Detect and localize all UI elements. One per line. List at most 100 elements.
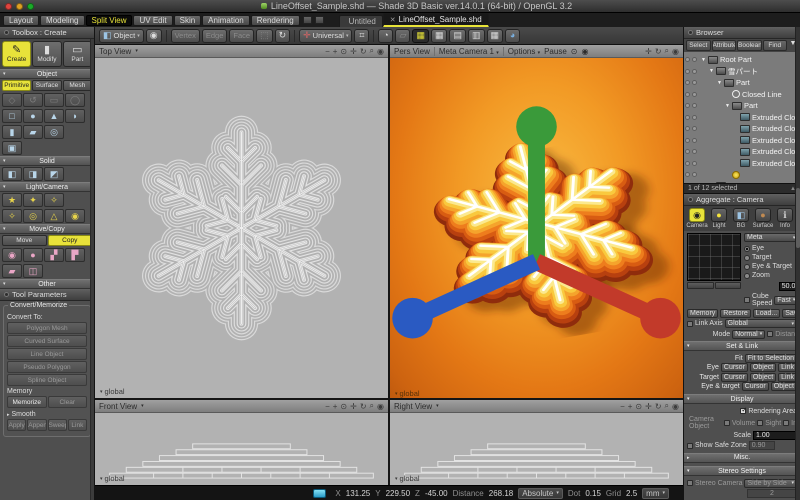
radio-icon[interactable] xyxy=(744,246,750,252)
aggregate-tab[interactable]: ◉ Camera xyxy=(687,208,707,229)
rotate-icon[interactable]: ↻ xyxy=(360,402,367,411)
tree-row[interactable]: Closed Line xyxy=(685,89,799,101)
smooth-button[interactable]: Sweep xyxy=(48,419,67,431)
mode-dropdown[interactable]: Normal▾ xyxy=(732,330,765,339)
render-toggle-dot[interactable] xyxy=(692,115,697,120)
camera-view-icon[interactable]: ◉ xyxy=(377,47,384,56)
object-type-tab[interactable]: Mesh xyxy=(63,80,92,91)
misc-section-header[interactable]: ▸Misc. xyxy=(684,453,800,463)
render-toggle-dot[interactable] xyxy=(692,80,697,85)
move-copy-icon[interactable]: ● xyxy=(23,248,43,262)
tree-item-label[interactable]: Extruded Closed xyxy=(752,159,799,168)
front-view-canvas[interactable]: ▾global xyxy=(95,413,388,485)
primitive-icon[interactable]: ▰ xyxy=(23,125,43,139)
camera-view-icon[interactable]: ◉ xyxy=(377,402,384,411)
stereo-camera-checkbox[interactable] xyxy=(687,480,693,486)
display-section-header[interactable]: ▾Display xyxy=(684,394,800,404)
primitive-icon[interactable]: ▮ xyxy=(2,125,22,139)
visibility-toggle-dot[interactable] xyxy=(685,138,690,143)
radio-row[interactable]: Eye xyxy=(744,244,798,253)
shading-sphere-button[interactable]: ◕ xyxy=(505,29,520,43)
primitive-icon[interactable]: ◗ xyxy=(65,109,85,123)
line-tool-icon[interactable]: ◯ xyxy=(65,93,85,107)
camera-memory-button[interactable]: Memory xyxy=(687,309,718,318)
expand-arrow-icon[interactable]: ▼ xyxy=(701,57,706,63)
magnify-icon[interactable]: ⌕ xyxy=(665,46,669,56)
view-layout-1-button[interactable]: ▤ xyxy=(449,29,466,43)
solid-icon[interactable]: ◩ xyxy=(44,167,64,181)
set-link-button[interactable]: Object xyxy=(750,363,776,372)
move-copy-icon[interactable]: ▞ xyxy=(44,248,64,262)
render-toggle-dot[interactable] xyxy=(692,149,697,154)
render-toggle-dot[interactable] xyxy=(692,161,697,166)
aggregate-tab[interactable]: ● Surface xyxy=(753,208,773,229)
radio-row[interactable]: Eye & Target xyxy=(744,262,798,271)
in-checkbox[interactable] xyxy=(783,420,789,426)
primitive-icon[interactable]: ◎ xyxy=(44,125,64,139)
tree-item-label[interactable]: Extruded Closed xyxy=(752,147,799,156)
move-button[interactable]: Move xyxy=(2,235,47,246)
panel-collapse-icon[interactable] xyxy=(688,197,693,202)
rotate-view-icon[interactable]: ↻ xyxy=(275,29,291,43)
visibility-toggle-dot[interactable] xyxy=(685,126,690,131)
shade-mode-icon[interactable]: ◉ xyxy=(581,47,588,56)
viewport-label[interactable]: Top View xyxy=(99,47,131,56)
browser-header[interactable]: Browser xyxy=(684,27,800,39)
tree-row[interactable]: Extruded Closed xyxy=(685,146,799,158)
clear-button[interactable]: Clear xyxy=(48,396,88,408)
pan-icon[interactable]: ✛ xyxy=(645,47,652,56)
convert-button[interactable]: Polygon Mesh xyxy=(7,322,87,334)
set-link-button[interactable]: Cursor xyxy=(721,373,748,382)
stereo-mode-dropdown[interactable]: Side by Side▾ xyxy=(744,479,797,488)
volume-checkbox[interactable] xyxy=(724,420,730,426)
mode-tab[interactable]: UV Edit xyxy=(133,15,172,26)
tree-item-label[interactable]: 雪パート xyxy=(728,66,758,77)
tool-parameters-header[interactable]: Tool Parameters xyxy=(0,289,94,301)
zoom-tool-icon[interactable]: ⊙ xyxy=(340,47,347,56)
tree-item-label[interactable]: Part xyxy=(736,78,750,87)
object-type-tab[interactable]: Primitive xyxy=(2,80,31,91)
render-toggle-dot[interactable] xyxy=(692,57,697,62)
light-camera-section-header[interactable]: ▾Light/Camera xyxy=(0,182,94,192)
zoom-out-icon[interactable]: − xyxy=(620,402,625,411)
set-link-button[interactable]: Object xyxy=(771,382,797,391)
pan-icon[interactable]: ✛ xyxy=(350,47,357,56)
aggregate-tab[interactable]: ● Light xyxy=(709,208,729,229)
rotate-icon[interactable]: ↻ xyxy=(655,402,662,411)
light-camera-icon[interactable]: ◉ xyxy=(65,209,85,223)
toolbox-mode-button[interactable]: ✎ Create xyxy=(2,41,31,67)
skeleton-tool-icon[interactable]: ⌗ xyxy=(354,29,369,43)
zoom-window-button[interactable] xyxy=(27,3,34,10)
link-axis-checkbox[interactable] xyxy=(687,321,693,327)
move-copy-icon[interactable]: ◫ xyxy=(23,264,43,278)
toolbox-mode-button[interactable]: ▭ Part xyxy=(63,41,92,67)
document-tab[interactable]: Untitled xyxy=(339,15,383,27)
light-icon[interactable]: ✦ xyxy=(23,193,43,207)
tree-row[interactable]: Extruded Closed xyxy=(685,158,799,170)
visibility-toggle-dot[interactable] xyxy=(685,172,690,177)
convert-button[interactable]: Pseudo Polygon xyxy=(7,361,87,373)
copy-button[interactable]: Copy xyxy=(48,235,93,246)
zoom-tool-icon[interactable]: ⊙ xyxy=(340,402,347,411)
visibility-toggle-dot[interactable] xyxy=(685,69,690,74)
render-toggle-dot[interactable] xyxy=(692,92,697,97)
view-layout-3-button[interactable]: ▦ xyxy=(487,29,504,43)
browser-tab[interactable]: Find xyxy=(763,40,788,51)
tree-row[interactable]: Extruded Closed xyxy=(685,123,799,135)
line-tool-icon[interactable]: ↺ xyxy=(23,93,43,107)
move-copy-icon[interactable]: ▰ xyxy=(2,264,22,278)
browser-tab[interactable]: Select xyxy=(686,40,711,51)
primitive-icon[interactable]: ▲ xyxy=(44,109,64,123)
view-layout-2-button[interactable]: ▥ xyxy=(468,29,485,43)
toolbox-mode-button[interactable]: ▮ Modify xyxy=(32,41,61,67)
top-viewport[interactable]: Top View▾ −+⊙ ✛↻⌕◉ xyxy=(95,45,388,398)
tree-item-label[interactable]: Part xyxy=(744,101,758,110)
smooth-button[interactable]: Apply xyxy=(7,419,26,431)
set-link-button[interactable]: Object xyxy=(750,373,776,382)
preview-prev-button[interactable] xyxy=(687,282,714,289)
coordinate-mode-dropdown[interactable]: Absolute▾ xyxy=(518,488,563,499)
edge-mode-button[interactable]: Edge xyxy=(202,29,228,43)
viewport-label[interactable]: Front View xyxy=(99,402,137,411)
convert-button[interactable]: Curved Surface xyxy=(7,335,87,347)
tree-item-label[interactable]: Extruded Closed xyxy=(752,124,799,133)
